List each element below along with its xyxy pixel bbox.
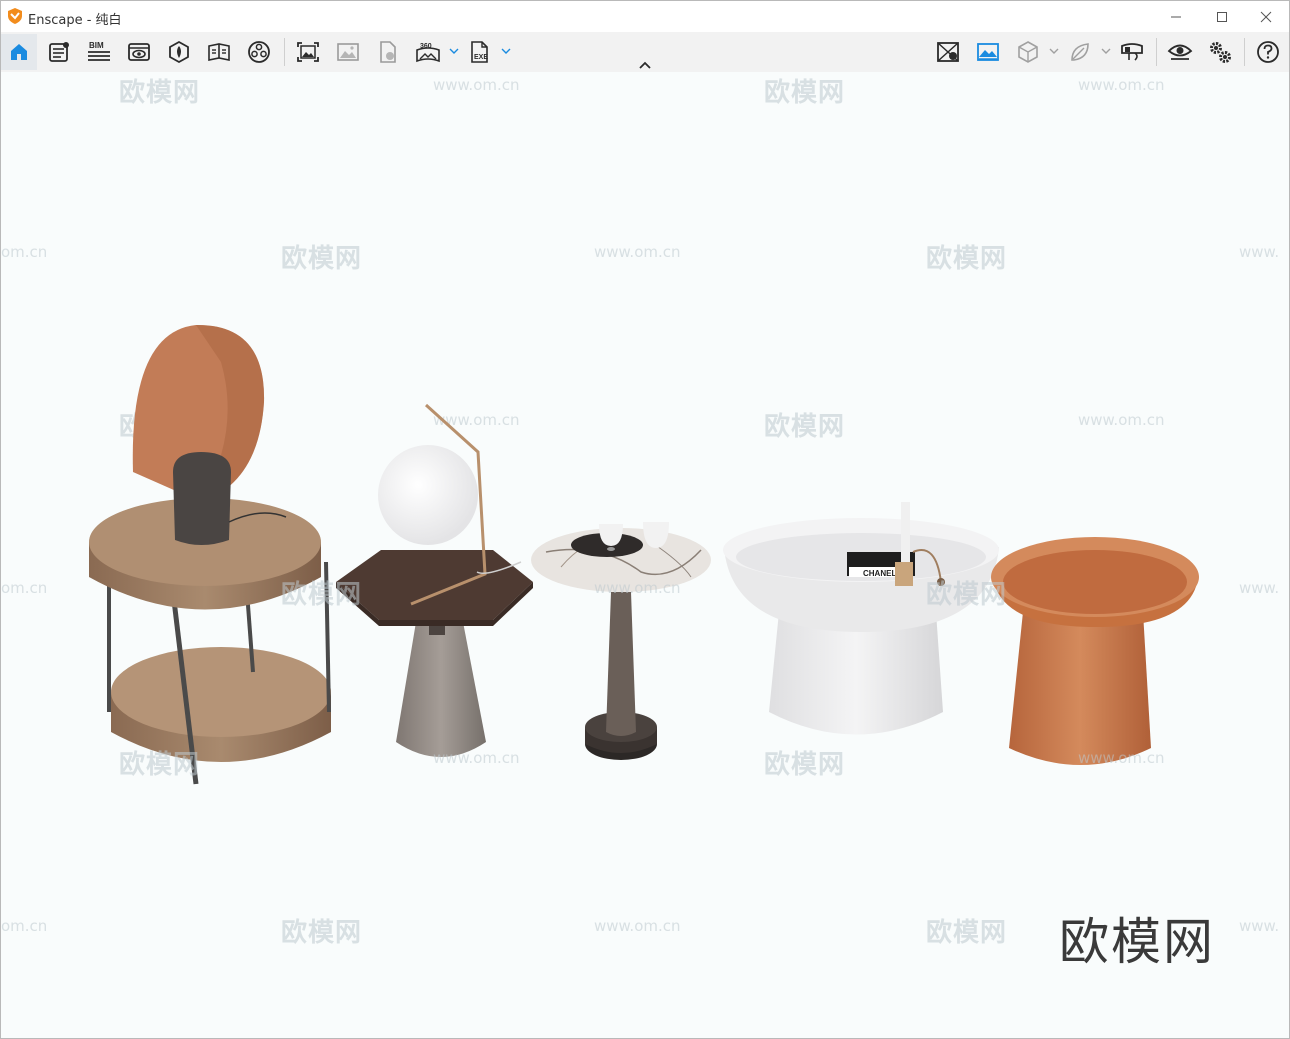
- project-notes-button[interactable]: [41, 34, 77, 70]
- collapse-toolbar-button[interactable]: [635, 58, 655, 72]
- watermark: www.om.cn: [433, 749, 520, 767]
- enscape-window: Enscape - 纯白 BIM 360 EXE 欧模网 www.om.cn 欧…: [0, 0, 1290, 1039]
- live-update-icon: [937, 42, 959, 62]
- chevron-down-icon: [449, 48, 459, 54]
- home-button[interactable]: [1, 34, 37, 70]
- export-upload-icon: [380, 41, 396, 63]
- vegetation-dropdown[interactable]: [1100, 44, 1112, 58]
- visibility-button[interactable]: [1162, 34, 1198, 70]
- svg-text:EXE: EXE: [474, 54, 488, 61]
- eye-visibility-icon: [1167, 44, 1193, 60]
- panorama-360-button[interactable]: 360: [410, 34, 446, 70]
- watermark-logo: 欧模网: [1059, 913, 1215, 971]
- minimize-icon: [1171, 16, 1181, 17]
- toolbar-separator: [1156, 38, 1157, 66]
- svg-text:BIM: BIM: [89, 41, 104, 50]
- panorama-360-icon: 360: [416, 43, 440, 63]
- vr-headset-button[interactable]: [1114, 34, 1150, 70]
- enscape-logo-icon: [8, 8, 22, 24]
- screenshot-button[interactable]: [290, 34, 326, 70]
- toolbar-separator: [284, 38, 285, 66]
- section-dropdown[interactable]: [1048, 44, 1060, 58]
- watermark: www.om.cn: [1078, 749, 1165, 767]
- help-button[interactable]: [1250, 34, 1286, 70]
- close-icon: [1260, 11, 1272, 22]
- hexagon-table-with-lamp: [336, 403, 533, 757]
- live-update-button[interactable]: [930, 34, 966, 70]
- export-dropdown[interactable]: [500, 44, 512, 58]
- sky-landscape-button[interactable]: [970, 34, 1006, 70]
- project-notes-icon: [49, 42, 69, 62]
- watermark: 欧模网: [926, 918, 1008, 948]
- toolbar-separator: [1244, 38, 1245, 66]
- bim-button[interactable]: BIM: [81, 34, 117, 70]
- watermark: 欧模网: [281, 918, 363, 948]
- watermark: www.om.cn: [594, 917, 681, 935]
- home-icon: [11, 44, 27, 60]
- chevron-up-icon: [639, 61, 651, 69]
- batch-rendering-button[interactable]: [330, 34, 366, 70]
- section-box-button[interactable]: [1010, 34, 1046, 70]
- visual-settings-icon: [169, 40, 189, 64]
- screenshot-icon: [297, 42, 319, 62]
- vr-headset-icon: [1121, 43, 1143, 61]
- panorama-dropdown[interactable]: [448, 44, 460, 58]
- render-viewport[interactable]: 欧模网 www.om.cn 欧模网 www.om.cn om.cn 欧模网 ww…: [1, 72, 1289, 1038]
- chevron-down-icon: [501, 48, 511, 54]
- visual-settings-button[interactable]: [161, 34, 197, 70]
- marble-round-table: [531, 522, 711, 760]
- settings-button[interactable]: [1202, 34, 1238, 70]
- watermark: 欧模网: [119, 750, 201, 780]
- furniture-render: CHANEL: [89, 324, 1199, 785]
- help-icon: [1257, 41, 1279, 63]
- asset-library-button[interactable]: [201, 34, 237, 70]
- vegetation-button[interactable]: [1062, 34, 1098, 70]
- material-editor-icon: [248, 41, 270, 63]
- wood-side-table: [89, 324, 331, 785]
- chevron-down-icon: [1049, 48, 1059, 54]
- section-box-icon: [1018, 41, 1038, 63]
- settings-gears-icon: [1210, 42, 1231, 63]
- white-bowl-coffee-table: CHANEL: [723, 502, 999, 735]
- book-label: CHANEL: [863, 569, 896, 578]
- bim-icon: BIM: [88, 41, 110, 61]
- close-button[interactable]: [1243, 1, 1289, 32]
- watermark: 欧模网: [764, 750, 846, 780]
- batch-rendering-icon: [337, 43, 359, 61]
- view-management-button[interactable]: [121, 34, 157, 70]
- terracotta-bowl-table: [991, 537, 1199, 765]
- chevron-down-icon: [1101, 48, 1111, 54]
- export-exe-button[interactable]: EXE: [462, 34, 498, 70]
- watermark: www.: [1239, 917, 1280, 935]
- material-editor-button[interactable]: [241, 34, 277, 70]
- export-upload-button[interactable]: [370, 34, 406, 70]
- sky-landscape-icon: [977, 43, 999, 61]
- watermark: 欧模网: [926, 580, 1008, 610]
- title-bar: Enscape - 纯白: [1, 1, 1289, 32]
- window-title: Enscape - 纯白: [28, 13, 122, 28]
- export-exe-icon: EXE: [471, 41, 488, 63]
- watermark: www.om.cn: [594, 579, 681, 597]
- minimize-button[interactable]: [1153, 1, 1199, 32]
- leaf-vegetation-icon: [1071, 43, 1089, 61]
- maximize-button[interactable]: [1199, 1, 1245, 32]
- maximize-icon: [1217, 11, 1227, 22]
- view-management-icon: [128, 43, 150, 61]
- watermark: om.cn: [1, 917, 48, 935]
- watermark: 欧模网: [281, 580, 363, 610]
- asset-library-icon: [208, 43, 230, 61]
